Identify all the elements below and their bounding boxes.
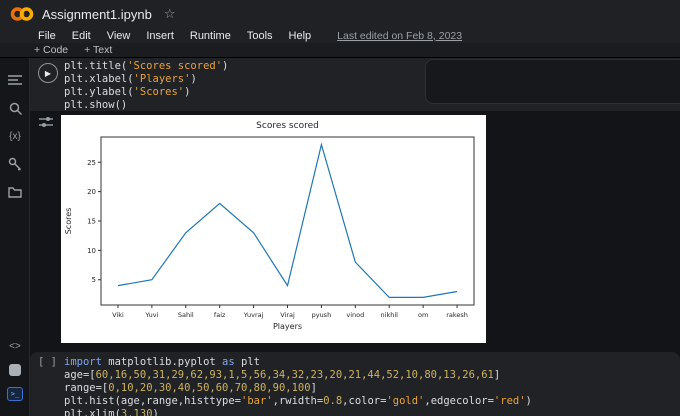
search-icon[interactable] (0, 98, 30, 118)
svg-text:Yuvraj: Yuvraj (243, 311, 264, 319)
menu-view[interactable]: View (107, 30, 131, 42)
menu-file[interactable]: File (38, 30, 56, 42)
terminal-icon[interactable]: >_ (0, 384, 30, 404)
left-sidebar: {x} <> >_ (0, 58, 30, 416)
secrets-key-icon[interactable] (0, 154, 30, 174)
svg-text:10: 10 (87, 247, 96, 255)
files-folder-icon[interactable] (0, 182, 30, 202)
table-of-contents-icon[interactable] (0, 70, 30, 90)
svg-text:15: 15 (87, 218, 96, 226)
notebook-title[interactable]: Assignment1.ipynb (42, 7, 152, 22)
svg-text:20: 20 (87, 188, 96, 196)
svg-text:pyush: pyush (312, 311, 332, 319)
svg-text:faiz: faiz (214, 311, 226, 319)
last-edited-link[interactable]: Last edited on Feb 8, 2023 (337, 30, 462, 42)
svg-text:Players: Players (273, 322, 302, 331)
svg-text:rakesh: rakesh (446, 311, 468, 319)
svg-text:om: om (418, 311, 428, 319)
code-editor-2[interactable]: import matplotlib.pyplot as plt age=[60,1… (64, 356, 532, 416)
output-chart: Scores scored 5 10 15 20 25 Viki Yuvi Sahil faiz Y… (61, 115, 486, 343)
code-cell-2: [ ] import matplotlib.pyplot as plt age=[… (30, 352, 680, 416)
code-snippets-icon[interactable]: <> (0, 336, 30, 356)
menu-insert[interactable]: Insert (146, 30, 174, 42)
svg-text:5: 5 (92, 276, 96, 284)
add-text-button[interactable]: + Text (84, 44, 112, 56)
run-cell-button[interactable]: ▶ (38, 63, 58, 83)
code-editor-1[interactable]: plt.title('Scores scored') plt.xlabel('Pl… (64, 60, 228, 112)
menu-tools[interactable]: Tools (247, 30, 273, 42)
star-icon[interactable]: ☆ (164, 6, 176, 22)
menu-help[interactable]: Help (289, 30, 312, 42)
cell-toolbar: + Code + Text (0, 43, 680, 58)
output-options-icon[interactable] (38, 114, 54, 130)
editor-panel-icon[interactable] (0, 360, 30, 380)
play-icon: ▶ (44, 68, 52, 78)
cell-toolbar-panel (425, 59, 680, 104)
variables-icon[interactable]: {x} (0, 126, 30, 146)
svg-text:Scores scored: Scores scored (256, 121, 319, 131)
menu-edit[interactable]: Edit (72, 30, 91, 42)
add-code-button[interactable]: + Code (34, 44, 68, 56)
code-cell-1: ▶ plt.title('Scores scored') plt.xlabel('… (30, 58, 680, 111)
menu-runtime[interactable]: Runtime (190, 30, 231, 42)
svg-text:25: 25 (87, 159, 96, 167)
menu-bar: File Edit View Insert Runtime Tools Help… (0, 28, 680, 43)
execution-count[interactable]: [ ] (38, 356, 57, 368)
svg-text:vinod: vinod (346, 311, 364, 319)
title-bar: Assignment1.ipynb ☆ (0, 0, 680, 28)
svg-text:nikhil: nikhil (381, 311, 399, 319)
svg-text:Viraj: Viraj (280, 311, 295, 319)
svg-text:Sahil: Sahil (178, 311, 194, 319)
svg-text:Viki: Viki (112, 311, 124, 319)
svg-text:Scores: Scores (64, 208, 73, 235)
colab-logo-icon[interactable] (10, 5, 34, 23)
svg-text:Yuvi: Yuvi (144, 311, 158, 319)
output-chart-image: Scores scored 5 10 15 20 25 Viki Yuvi Sahil faiz Y… (61, 115, 486, 343)
